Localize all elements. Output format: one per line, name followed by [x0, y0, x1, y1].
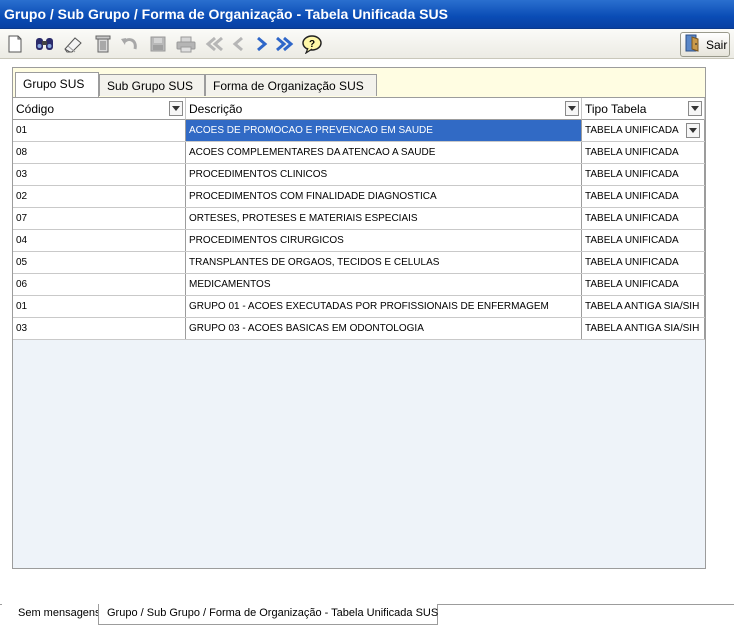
- cell-tipo-tabela[interactable]: TABELA UNIFICADA: [582, 186, 705, 207]
- cell-descricao[interactable]: PROCEDIMENTOS CLINICOS: [186, 164, 582, 185]
- table-row[interactable]: 01 GRUPO 01 - ACOES EXECUTADAS POR PROFI…: [13, 296, 705, 318]
- delete-icon[interactable]: [92, 33, 114, 55]
- next-icon[interactable]: [250, 33, 272, 55]
- tab-grupo-sus-label: Grupo SUS: [23, 77, 85, 91]
- cell-descricao[interactable]: PROCEDIMENTOS CIRURGICOS: [186, 230, 582, 251]
- cell-codigo[interactable]: 07: [13, 208, 186, 229]
- cell-tipo-tabela[interactable]: TABELA UNIFICADA: [582, 252, 705, 273]
- cell-descricao[interactable]: GRUPO 03 - ACOES BASICAS EM ODONTOLOGIA: [186, 318, 582, 339]
- last-icon[interactable]: [273, 33, 295, 55]
- status-tab-messages[interactable]: Sem mensagens: [2, 604, 102, 625]
- cell-codigo[interactable]: 02: [13, 186, 186, 207]
- exit-label: Sair: [706, 37, 728, 52]
- column-header-codigo-label: Código: [16, 102, 55, 116]
- cell-tipo-tabela[interactable]: TABELA ANTIGA SIA/SIH: [582, 296, 705, 317]
- cell-descricao[interactable]: TRANSPLANTES DE ORGAOS, TECIDOS E CELULA…: [186, 252, 582, 273]
- cell-tipo-tabela[interactable]: TABELA UNIFICADA: [582, 142, 705, 163]
- status-tab-messages-label: Sem mensagens: [18, 607, 101, 619]
- cell-tipo-tabela[interactable]: TABELA UNIFICADA: [582, 230, 705, 251]
- help-icon[interactable]: ?: [301, 33, 323, 55]
- cell-descricao[interactable]: GRUPO 01 - ACOES EXECUTADAS POR PROFISSI…: [186, 296, 582, 317]
- table-row[interactable]: 08 ACOES COMPLEMENTARES DA ATENCAO A SAU…: [13, 142, 705, 164]
- svg-text:?: ?: [309, 39, 315, 50]
- save-icon[interactable]: [147, 33, 169, 55]
- data-grid[interactable]: Código Descrição Tipo Tabela 01 ACOES DE…: [13, 97, 705, 568]
- table-row[interactable]: 01 ACOES DE PROMOCAO E PREVENCAO EM SAUD…: [13, 120, 705, 142]
- column-header-codigo[interactable]: Código: [13, 98, 186, 120]
- exit-door-icon: [684, 34, 702, 55]
- grid-rows: 01 ACOES DE PROMOCAO E PREVENCAO EM SAUD…: [13, 120, 705, 340]
- first-icon[interactable]: [204, 33, 226, 55]
- column-header-descricao[interactable]: Descrição: [186, 98, 582, 120]
- exit-button[interactable]: Sair: [680, 32, 730, 57]
- cell-tipo-tabela[interactable]: TABELA ANTIGA SIA/SIH: [582, 318, 705, 339]
- window-title: Grupo / Sub Grupo / Forma de Organização…: [4, 6, 448, 22]
- chevron-down-icon[interactable]: [688, 101, 702, 116]
- table-row[interactable]: 03 GRUPO 03 - ACOES BASICAS EM ODONTOLOG…: [13, 318, 705, 340]
- column-header-tipo-tabela[interactable]: Tipo Tabela: [582, 98, 705, 120]
- cell-descricao[interactable]: PROCEDIMENTOS COM FINALIDADE DIAGNOSTICA: [186, 186, 582, 207]
- tab-forma-organizacao-sus[interactable]: Forma de Organização SUS: [205, 74, 377, 96]
- cell-descricao[interactable]: ORTESES, PROTESES E MATERIAIS ESPECIAIS: [186, 208, 582, 229]
- cell-tipo-tabela[interactable]: TABELA UNIFICADA: [582, 164, 705, 185]
- new-icon[interactable]: [4, 33, 26, 55]
- print-icon[interactable]: [175, 33, 197, 55]
- cell-tipo-tabela[interactable]: TABELA UNIFICADA: [582, 274, 705, 295]
- cell-descricao[interactable]: MEDICAMENTOS: [186, 274, 582, 295]
- tab-sub-grupo-sus-label: Sub Grupo SUS: [107, 79, 194, 93]
- status-tab-window[interactable]: Grupo / Sub Grupo / Forma de Organização…: [98, 604, 438, 625]
- cell-tipo-tabela[interactable]: TABELA UNIFICADA: [582, 208, 705, 229]
- chevron-down-icon[interactable]: [169, 101, 183, 116]
- cell-codigo[interactable]: 03: [13, 164, 186, 185]
- cell-codigo[interactable]: 03: [13, 318, 186, 339]
- chevron-down-icon[interactable]: [686, 123, 700, 138]
- cell-codigo[interactable]: 06: [13, 274, 186, 295]
- cell-codigo[interactable]: 04: [13, 230, 186, 251]
- search-icon[interactable]: [34, 33, 56, 55]
- toolbar: ? Sair: [0, 29, 734, 59]
- column-header-tipo-tabela-label: Tipo Tabela: [585, 102, 647, 116]
- cell-tipo-tabela[interactable]: TABELA UNIFICADA: [582, 120, 705, 141]
- chevron-down-icon[interactable]: [565, 101, 579, 116]
- title-bar: Grupo / Sub Grupo / Forma de Organização…: [0, 0, 734, 29]
- content-panel: Grupo SUS Sub Grupo SUS Forma de Organiz…: [12, 67, 706, 569]
- cell-codigo[interactable]: 05: [13, 252, 186, 273]
- previous-icon[interactable]: [228, 33, 250, 55]
- cell-codigo[interactable]: 01: [13, 296, 186, 317]
- cell-descricao[interactable]: ACOES COMPLEMENTARES DA ATENCAO A SAUDE: [186, 142, 582, 163]
- edit-icon[interactable]: [62, 33, 84, 55]
- tab-forma-organizacao-sus-label: Forma de Organização SUS: [213, 79, 364, 93]
- cell-descricao[interactable]: ACOES DE PROMOCAO E PREVENCAO EM SAUDE: [186, 120, 582, 141]
- table-row[interactable]: 04 PROCEDIMENTOS CIRURGICOS TABELA UNIFI…: [13, 230, 705, 252]
- cell-codigo[interactable]: 01: [13, 120, 186, 141]
- status-tab-window-label: Grupo / Sub Grupo / Forma de Organização…: [107, 607, 439, 619]
- table-row[interactable]: 02 PROCEDIMENTOS COM FINALIDADE DIAGNOST…: [13, 186, 705, 208]
- undo-icon[interactable]: [118, 33, 140, 55]
- table-row[interactable]: 03 PROCEDIMENTOS CLINICOS TABELA UNIFICA…: [13, 164, 705, 186]
- column-header-descricao-label: Descrição: [189, 102, 243, 116]
- table-row[interactable]: 05 TRANSPLANTES DE ORGAOS, TECIDOS E CEL…: [13, 252, 705, 274]
- cell-codigo[interactable]: 08: [13, 142, 186, 163]
- table-row[interactable]: 07 ORTESES, PROTESES E MATERIAIS ESPECIA…: [13, 208, 705, 230]
- table-row[interactable]: 06 MEDICAMENTOS TABELA UNIFICADA: [13, 274, 705, 296]
- cell-tipo-tabela-value: TABELA UNIFICADA: [585, 125, 679, 136]
- tab-sub-grupo-sus[interactable]: Sub Grupo SUS: [99, 74, 205, 96]
- tab-grupo-sus[interactable]: Grupo SUS: [15, 72, 99, 97]
